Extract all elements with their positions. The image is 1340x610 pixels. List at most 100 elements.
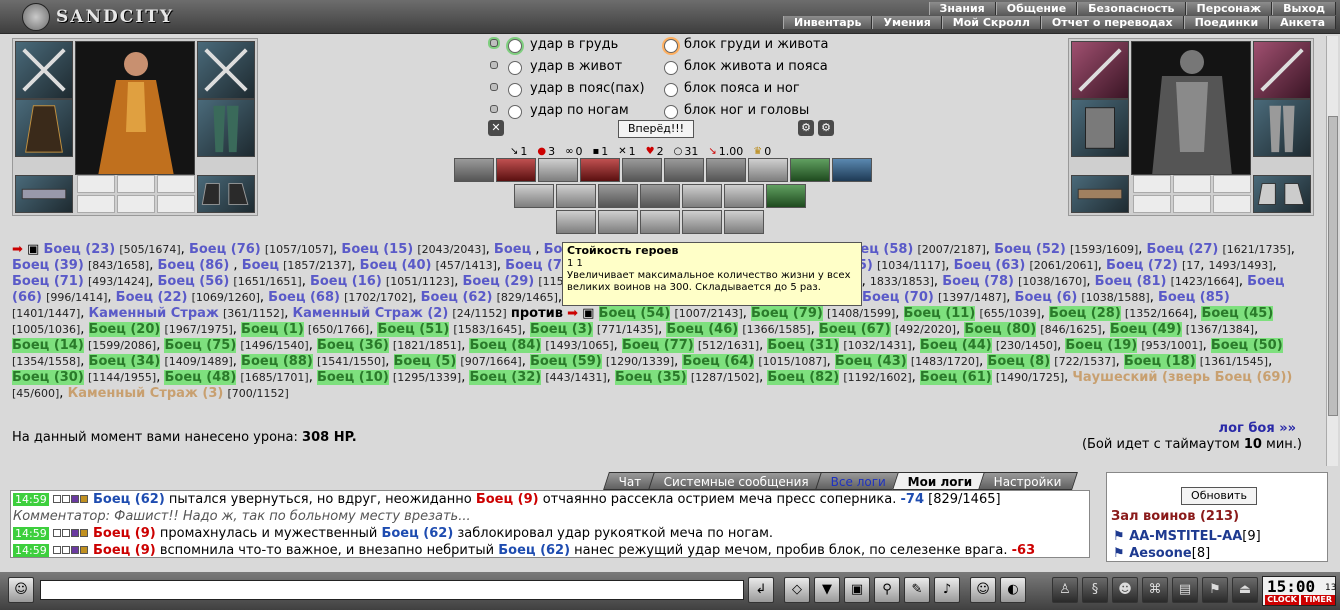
fighter-name[interactable]: Чаушеский (зверь Боец (69))	[1072, 370, 1292, 385]
chat-fighter[interactable]: -74	[901, 492, 925, 507]
fighter-name[interactable]: Боец	[494, 242, 531, 257]
go-button[interactable]: Вперёд!!!	[618, 120, 694, 138]
fighter-name[interactable]: Боец (72)	[1106, 258, 1178, 273]
rune-slot-2[interactable]	[117, 195, 155, 213]
rune-slot-1[interactable]	[77, 195, 115, 213]
fighter-name[interactable]: Боец (68)	[268, 290, 340, 305]
fighter-name[interactable]: Боец (71)	[12, 274, 84, 289]
menu-duels[interactable]: Поединки	[1183, 16, 1270, 29]
enemy-weapon-right-slot[interactable]	[1253, 41, 1311, 99]
mask-icon[interactable]: ☻	[1112, 577, 1138, 603]
enemy-rune-slot-2[interactable]	[1173, 195, 1211, 213]
menu-my-scroll[interactable]: Мой Скролл	[941, 16, 1041, 29]
fighter-name[interactable]: Боец (51)	[377, 322, 450, 337]
hit-belt-checkbox[interactable]	[490, 83, 498, 91]
fighter-name[interactable]: Боец (18)	[1123, 354, 1196, 369]
fighter-name[interactable]: Боец (43)	[834, 354, 907, 369]
enemy-armor-slot[interactable]	[1071, 99, 1129, 157]
fighter-name[interactable]: Боец (19)	[1065, 338, 1138, 353]
hit-chest-radio[interactable]	[508, 39, 522, 53]
fighter-name[interactable]: Боец (82)	[767, 370, 840, 385]
skill-slot[interactable]	[790, 158, 830, 182]
chat-fighter[interactable]: -63	[1012, 543, 1036, 557]
fighter-name[interactable]: Боец (76)	[189, 242, 261, 257]
main-scrollbar[interactable]	[1326, 36, 1338, 466]
fighter-name[interactable]: Боец (63)	[954, 258, 1026, 273]
skill-slot[interactable]	[832, 158, 872, 182]
battle-log-link[interactable]: лог боя »»	[1219, 421, 1296, 436]
filter-icon[interactable]: ▼	[814, 577, 840, 603]
fighter-name[interactable]: Боец (56)	[157, 274, 229, 289]
fighter-name[interactable]: Боец (49)	[1109, 322, 1182, 337]
helmet-icon[interactable]: ◐	[1000, 577, 1026, 603]
tab-all-logs[interactable]: Все логи	[814, 472, 902, 490]
skill-slot[interactable]	[454, 158, 494, 182]
skill-slot[interactable]	[640, 210, 680, 234]
skill-slot[interactable]	[598, 210, 638, 234]
skill-slot[interactable]	[496, 158, 536, 182]
fighter-name[interactable]: Боец (50)	[1210, 338, 1283, 353]
fighter-name[interactable]: Боец (1)	[241, 322, 304, 337]
block-belt-radio[interactable]	[664, 83, 678, 97]
enemy-ring-slot-2[interactable]	[1173, 175, 1211, 193]
fighter-name[interactable]: Боец (44)	[919, 338, 992, 353]
hall-user[interactable]: ⚑ AA-MSTITEL-AA[9]	[1113, 529, 1261, 544]
menu-skills[interactable]: Умения	[872, 16, 942, 29]
fighter-name[interactable]: Боец (20)	[88, 322, 161, 337]
fighter-name[interactable]: Боец (88)	[241, 354, 313, 369]
weapon-left-slot[interactable]	[15, 41, 73, 99]
menu-profile[interactable]: Анкета	[1269, 16, 1336, 29]
fighter-name[interactable]: Боец (84)	[469, 338, 542, 353]
rune-slot-3[interactable]	[157, 195, 195, 213]
hit-belly-checkbox[interactable]	[490, 61, 498, 69]
skill-slot[interactable]	[556, 210, 596, 234]
ring-slot-1[interactable]	[77, 175, 115, 193]
enemy-legs-slot[interactable]	[1253, 99, 1311, 157]
enemy-belt-slot[interactable]	[1071, 175, 1129, 213]
chat-fighter[interactable]: Боец (62)	[498, 543, 570, 557]
skill-slot[interactable]	[514, 184, 554, 208]
fighter-name[interactable]: Боец (29)	[462, 274, 534, 289]
fighter-name[interactable]: Боец (35)	[614, 370, 687, 385]
menu-transfer-report[interactable]: Отчет о переводах	[1040, 16, 1184, 29]
block-chest-radio[interactable]	[664, 39, 678, 53]
scroll-thumb[interactable]	[1328, 116, 1338, 416]
chat-fighter[interactable]: Боец (62)	[93, 492, 165, 507]
menu-character[interactable]: Персонаж	[1185, 2, 1273, 15]
hit-legs-radio[interactable]	[508, 105, 522, 119]
fighter-name[interactable]: Боец (28)	[1048, 306, 1121, 321]
fighter-name[interactable]: Каменный Страж (2)	[293, 306, 449, 321]
fighter-name[interactable]: Боец (45)	[1201, 306, 1274, 321]
fighter-name[interactable]: Боец (52)	[994, 242, 1066, 257]
auto-fight-icon[interactable]: ✕	[488, 120, 504, 136]
walk-icon[interactable]: ⚲	[874, 577, 900, 603]
enemy-boots-slot[interactable]	[1253, 175, 1311, 213]
skill-slot[interactable]	[724, 184, 764, 208]
smiley-icon[interactable]: ☺	[970, 577, 996, 603]
fighter-name[interactable]: Боец (85)	[1158, 290, 1230, 305]
fighter-name[interactable]: Боец (61)	[919, 370, 992, 385]
fighter-name[interactable]: Боец (62)	[421, 290, 493, 305]
skill-slot[interactable]	[664, 158, 704, 182]
enemy-ring-slot-3[interactable]	[1213, 175, 1251, 193]
fighter-name[interactable]: Боец	[242, 258, 279, 273]
hit-legs-checkbox[interactable]	[490, 105, 498, 113]
tab-settings[interactable]: Настройки	[978, 472, 1078, 490]
chat-fighter[interactable]: Боец (9)	[476, 492, 539, 507]
fighter-name[interactable]: Боец (80)	[964, 322, 1037, 337]
fighter-name[interactable]: Боец (86)	[157, 258, 229, 273]
chat-fighter[interactable]: Боец (9)	[93, 543, 156, 557]
exit-icon[interactable]: ⏏	[1232, 577, 1258, 603]
fighter-name[interactable]: Каменный Страж	[89, 306, 219, 321]
chat-fighter[interactable]: Боец (9)	[93, 526, 156, 541]
refresh-button[interactable]: Обновить	[1181, 487, 1257, 505]
fighter-name[interactable]: Боец (22)	[116, 290, 188, 305]
magic-icon[interactable]: ⚙	[818, 120, 834, 136]
fighter-name[interactable]: Боец (81)	[1095, 274, 1167, 289]
fighter-name[interactable]: Боец (31)	[767, 338, 840, 353]
cloak-slot[interactable]	[15, 99, 73, 157]
menu-exit[interactable]: Выход	[1272, 2, 1336, 15]
chat-input[interactable]	[40, 580, 744, 600]
ring-slot-2[interactable]	[117, 175, 155, 193]
fighter-name[interactable]: Боец (16)	[310, 274, 382, 289]
